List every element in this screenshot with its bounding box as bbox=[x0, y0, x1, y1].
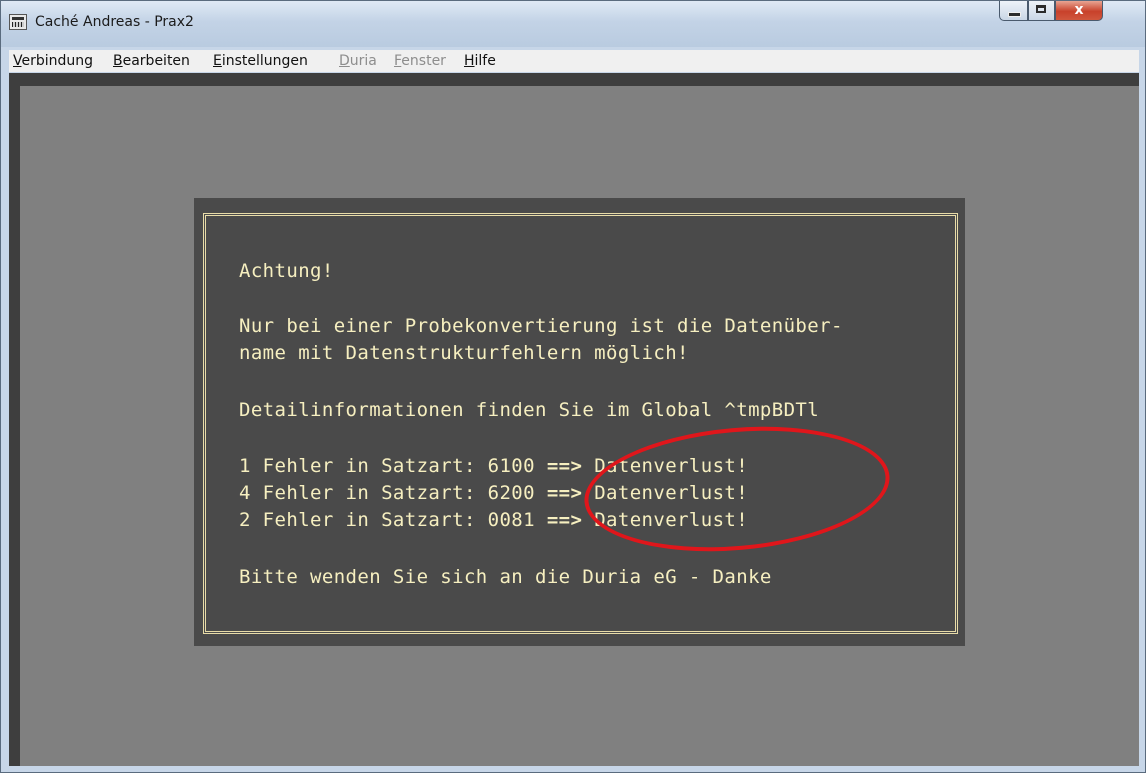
close-icon: x bbox=[1074, 2, 1084, 18]
minimize-icon bbox=[1008, 12, 1021, 17]
message-line-1: Nur bei einer Probekonvertierung ist die… bbox=[239, 315, 843, 337]
menu-duria[interactable]: Duria bbox=[339, 53, 377, 69]
warning-dialog: Achtung! Nur bei einer Probekonvertierun… bbox=[194, 198, 965, 646]
menu-fenster[interactable]: Fenster bbox=[394, 53, 446, 69]
menu-bar: Verbindung Bearbeiten Einstellungen Duri… bbox=[9, 50, 1139, 72]
message-line-2: name mit Datenstrukturfehlern möglich! bbox=[239, 342, 689, 364]
minimize-button[interactable] bbox=[999, 1, 1028, 21]
window-title: Caché Andreas - Prax2 bbox=[35, 14, 194, 30]
warning-heading: Achtung! bbox=[239, 260, 334, 282]
terminal-app-icon[interactable] bbox=[9, 14, 27, 30]
app-window: Caché Andreas - Prax2 x Verbindung Bearb… bbox=[0, 0, 1146, 773]
detail-info-line: Detailinformationen finden Sie im Global… bbox=[239, 399, 820, 421]
footer-line: Bitte wenden Sie sich an die Duria eG - … bbox=[239, 566, 772, 588]
close-button[interactable]: x bbox=[1055, 1, 1103, 21]
menu-einstellungen[interactable]: Einstellungen bbox=[213, 53, 308, 69]
maximize-icon bbox=[1036, 5, 1046, 13]
menu-hilfe[interactable]: Hilfe bbox=[464, 53, 496, 69]
menu-bearbeiten[interactable]: Bearbeiten bbox=[113, 53, 190, 69]
maximize-button[interactable] bbox=[1028, 1, 1055, 21]
menu-verbindung[interactable]: Verbindung bbox=[13, 53, 93, 69]
title-bar[interactable]: Caché Andreas - Prax2 x bbox=[1, 1, 1145, 47]
